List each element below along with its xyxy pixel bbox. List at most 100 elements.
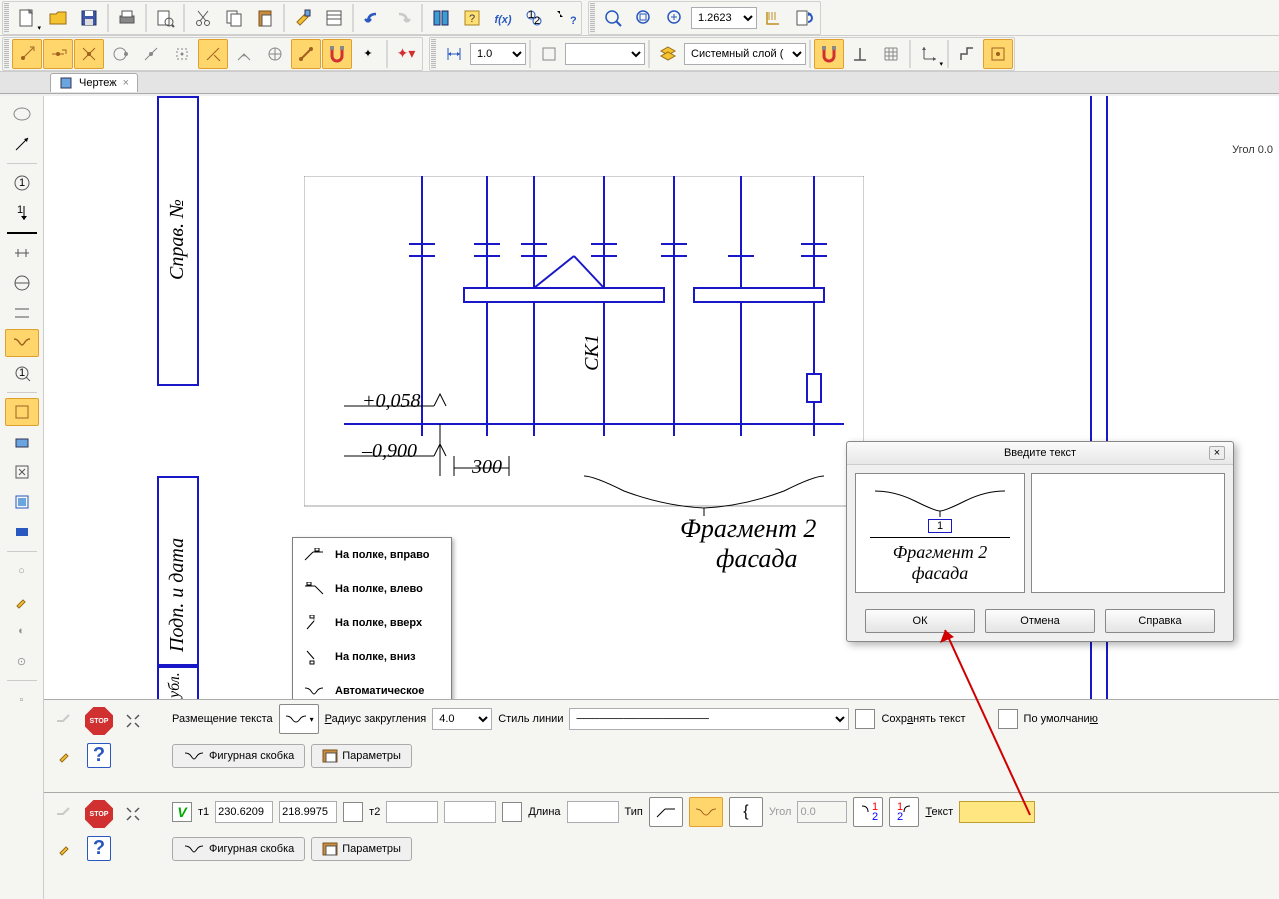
p2-help[interactable]: ?: [84, 833, 114, 863]
copy-button[interactable]: [219, 3, 249, 33]
arrow-help-button[interactable]: ?: [550, 3, 580, 33]
p2-t1-y[interactable]: [279, 801, 337, 823]
layer-select[interactable]: Системный слой (: [684, 43, 806, 65]
lt-sel1[interactable]: [5, 398, 39, 426]
paste-button[interactable]: [250, 3, 280, 33]
states-select[interactable]: [565, 43, 645, 65]
lt-arrow[interactable]: [5, 130, 39, 158]
dialog-help-button[interactable]: Справка: [1105, 609, 1215, 633]
p1-default-chk[interactable]: [998, 709, 1018, 729]
zoom-select[interactable]: 1.2623: [691, 7, 757, 29]
preview-button[interactable]: [150, 3, 180, 33]
redo-button[interactable]: [388, 3, 418, 33]
lt-grey2[interactable]: ◐: [5, 617, 39, 645]
p2-orient1[interactable]: 12: [853, 797, 883, 827]
tab-close-icon[interactable]: ×: [123, 77, 129, 89]
lt-level[interactable]: [5, 299, 39, 327]
format-painter-button[interactable]: [288, 3, 318, 33]
lt-grey4[interactable]: ▫: [5, 686, 39, 714]
p1-radius-input[interactable]: 4.0: [432, 708, 492, 730]
lt-grey1[interactable]: ○: [5, 557, 39, 585]
document-tab[interactable]: Чертеж ×: [50, 73, 138, 92]
p2-orient2[interactable]: 12: [889, 797, 919, 827]
rebuild-button[interactable]: [789, 3, 819, 33]
dialog-cancel-button[interactable]: Отмена: [985, 609, 1095, 633]
p1-brush[interactable]: [50, 740, 80, 770]
snap-toggle-button[interactable]: ✦▾: [391, 39, 421, 69]
p2-expand[interactable]: [118, 799, 148, 829]
p1-stop[interactable]: STOP: [84, 706, 114, 736]
p2-t2-x[interactable]: [386, 801, 438, 823]
p2-brush[interactable]: [50, 833, 80, 863]
fx-button[interactable]: f(x): [488, 3, 518, 33]
p1-tab-params[interactable]: Параметры: [311, 744, 412, 768]
lt-sel5[interactable]: [5, 518, 39, 546]
lt-maglabel[interactable]: 1: [5, 359, 39, 387]
popup-right[interactable]: На полке, вправо: [293, 538, 451, 572]
save-button[interactable]: [74, 3, 104, 33]
popup-left[interactable]: На полке, влево: [293, 572, 451, 606]
p1-placement-dropdown[interactable]: ▾: [279, 704, 319, 734]
zoom-window-button[interactable]: [598, 3, 628, 33]
step-button[interactable]: [952, 39, 982, 69]
refresh-view-button[interactable]: [758, 3, 788, 33]
dialog-close-icon[interactable]: ×: [1209, 446, 1225, 460]
p2-t2-y[interactable]: [444, 801, 496, 823]
popup-up[interactable]: На полке, вверх: [293, 606, 451, 640]
p1-save-chk[interactable]: [855, 709, 875, 729]
lt-brace[interactable]: [5, 329, 39, 357]
p2-type-brace[interactable]: [689, 797, 723, 827]
csys-button[interactable]: ▾: [914, 39, 944, 69]
open-file-button[interactable]: [43, 3, 73, 33]
perp-button[interactable]: [845, 39, 875, 69]
zoom-in-button[interactable]: [660, 3, 690, 33]
p2-dlina-input[interactable]: [567, 801, 619, 823]
dimension-button[interactable]: [439, 39, 469, 69]
snap-3-button[interactable]: [74, 39, 104, 69]
p2-tab-params[interactable]: Параметры: [311, 837, 412, 861]
snap-opts-button[interactable]: ✦: [353, 39, 383, 69]
p2-t2-chk[interactable]: [343, 802, 363, 822]
p1-tab-brace[interactable]: Фигурная скобка: [172, 744, 305, 768]
popup-down[interactable]: На полке, вниз: [293, 640, 451, 674]
snap-7-button[interactable]: [198, 39, 228, 69]
p2-t1-chk[interactable]: V: [172, 802, 192, 822]
print-button[interactable]: [112, 3, 142, 33]
p2-text-field[interactable]: [959, 801, 1035, 823]
lt-section[interactable]: [5, 239, 39, 267]
snap-9-button[interactable]: [260, 39, 290, 69]
numbered-button[interactable]: 12: [519, 3, 549, 33]
magnet2-button[interactable]: [814, 39, 844, 69]
lt-brush[interactable]: [5, 587, 39, 615]
snap-5-button[interactable]: [136, 39, 166, 69]
lt-circle[interactable]: [5, 100, 39, 128]
p2-t1-x[interactable]: [215, 801, 273, 823]
snap-6-button[interactable]: [167, 39, 197, 69]
undo-button[interactable]: [357, 3, 387, 33]
lt-sel4[interactable]: [5, 488, 39, 516]
p2-apply[interactable]: [50, 799, 80, 829]
snap-8-button[interactable]: [229, 39, 259, 69]
snap-4-button[interactable]: [105, 39, 135, 69]
snap-2-button[interactable]: [43, 39, 73, 69]
p2-dlina-chk[interactable]: [502, 802, 522, 822]
lt-dual-circle[interactable]: [5, 269, 39, 297]
snap-1-button[interactable]: [12, 39, 42, 69]
p1-apply[interactable]: [50, 706, 80, 736]
states-button[interactable]: [534, 39, 564, 69]
layers-button[interactable]: [653, 39, 683, 69]
vars-button[interactable]: ?: [457, 3, 487, 33]
magnet-button[interactable]: [322, 39, 352, 69]
lt-arrow-down[interactable]: 1: [5, 199, 39, 227]
lt-sel3[interactable]: [5, 458, 39, 486]
snap-last-button[interactable]: [983, 39, 1013, 69]
zoom-fit-button[interactable]: [629, 3, 659, 33]
dialog-text-area[interactable]: [1031, 473, 1225, 593]
linewidth-select[interactable]: 1.0: [470, 43, 526, 65]
p1-expand[interactable]: [118, 706, 148, 736]
properties-button[interactable]: [319, 3, 349, 33]
lt-sel2[interactable]: [5, 428, 39, 456]
dialog-ok-button[interactable]: ОК: [865, 609, 975, 633]
lt-marker1[interactable]: 1: [5, 169, 39, 197]
p2-stop[interactable]: STOP: [84, 799, 114, 829]
